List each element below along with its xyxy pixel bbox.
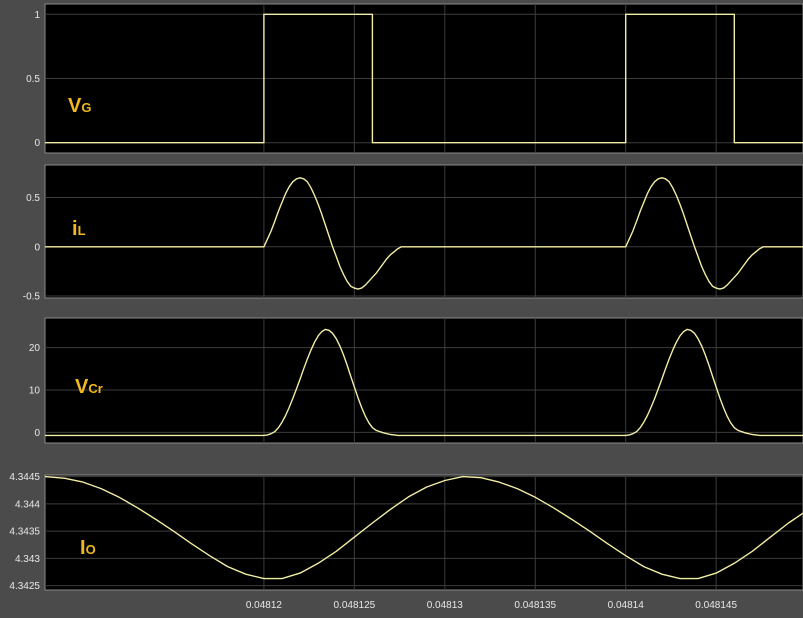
signal-label-subscript: O — [86, 542, 96, 557]
scope-panel: 0 10 20 VCr — [29, 317, 803, 444]
y-tick-label: 4.3425 — [9, 581, 40, 592]
scope-figure: 00.51VG-0.500.5iL01020VCr4.34254.3434.34… — [0, 0, 803, 618]
y-tick-label: 20 — [29, 343, 41, 354]
y-tick-label: 4.3445 — [9, 472, 40, 483]
signal-label-main: V — [68, 95, 82, 117]
signal-label-main: V — [75, 376, 89, 398]
x-tick-label: 0.048145 — [695, 600, 737, 611]
scope-panel: 0 0.5 1 VG — [26, 3, 803, 154]
scope-panel: -0.500.5iL — [23, 164, 803, 303]
y-tick-label: -0.5 — [23, 292, 41, 303]
x-tick-label: 0.04814 — [608, 600, 645, 611]
signal-label-subscript: Cr — [88, 381, 102, 396]
y-tick-label: 0 — [34, 428, 40, 439]
y-tick-label: 0.5 — [26, 193, 40, 204]
y-tick-label: 0.5 — [26, 74, 40, 85]
scope-panel: 4.3425 4.343 4.3435 4.344 4.3445 0.04812 0.048… — [9, 472, 803, 611]
y-tick-label: 10 — [29, 386, 41, 397]
y-tick-label: 4.3435 — [9, 527, 40, 538]
x-tick-label: 0.048135 — [514, 600, 556, 611]
y-tick-label: 1 — [34, 10, 40, 21]
signal-label-subscript: G — [81, 100, 91, 115]
x-tick-label: 0.048125 — [333, 600, 375, 611]
plot-area — [44, 474, 803, 591]
signal-label-subscript: L — [78, 223, 86, 238]
y-tick-label: 4.344 — [15, 499, 40, 510]
plot-area — [44, 317, 803, 444]
y-tick-label: 0 — [34, 138, 40, 149]
y-tick-label: 0 — [34, 242, 40, 253]
y-tick-label: 4.343 — [15, 554, 40, 565]
x-tick-label: 0.04813 — [427, 600, 464, 611]
x-tick-label: 0.04812 — [246, 600, 283, 611]
